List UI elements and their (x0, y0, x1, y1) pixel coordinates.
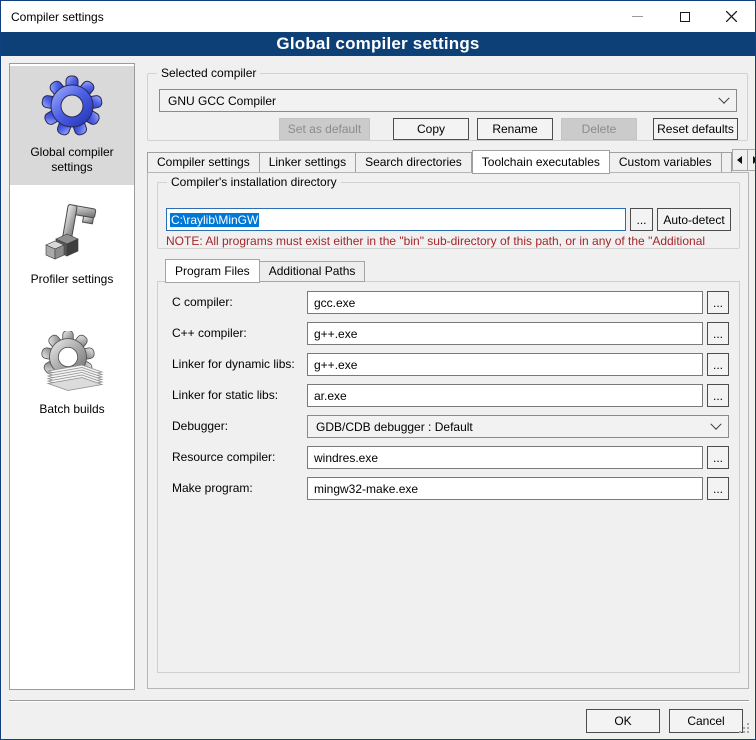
tab-compiler-settings[interactable]: Compiler settings (147, 152, 260, 173)
tab-linker-settings[interactable]: Linker settings (260, 152, 356, 173)
tab-program-files[interactable]: Program Files (165, 259, 260, 283)
window-controls (614, 1, 755, 32)
ok-button[interactable]: OK (586, 709, 660, 733)
tab-scroll-arrows (732, 149, 756, 171)
resize-grip[interactable] (739, 723, 741, 725)
sidebar-item-profiler-settings[interactable]: Profiler settings (10, 193, 134, 297)
installation-directory-group: Compiler's installation directory C:\ray… (157, 182, 740, 249)
browse-directory-button[interactable]: ... (630, 208, 653, 231)
browse-resource-compiler-button[interactable]: ... (707, 446, 729, 469)
maximize-button[interactable] (661, 1, 708, 32)
settings-tabstrip: Compiler settings Linker settings Search… (147, 149, 749, 173)
dynamic-linker-input[interactable] (307, 353, 703, 376)
toolchain-executables-page: Compiler's installation directory C:\ray… (147, 172, 749, 689)
selected-compiler-group: Selected compiler GNU GCC Compiler Set a… (147, 73, 748, 141)
window-title: Compiler settings (1, 10, 104, 24)
debugger-select[interactable]: GDB/CDB debugger : Default (307, 415, 729, 438)
make-program-input[interactable] (307, 477, 703, 500)
browse-static-linker-button[interactable]: ... (707, 384, 729, 407)
cancel-button[interactable]: Cancel (669, 709, 743, 733)
tab-custom-variables[interactable]: Custom variables (610, 152, 722, 173)
sidebar-item-batch-builds[interactable]: Batch builds (10, 323, 134, 427)
delete-button[interactable]: Delete (561, 118, 637, 140)
minimize-icon (632, 16, 643, 17)
installation-directory-row: C:\raylib\MinGW ... Auto-detect (166, 208, 731, 231)
compiler-select[interactable]: GNU GCC Compiler (159, 89, 737, 112)
field-label: C++ compiler: (172, 326, 247, 340)
field-row-dynamic-linker: Linker for dynamic libs: ... (172, 353, 732, 376)
tab-toolchain-executables[interactable]: Toolchain executables (472, 150, 610, 174)
caliper-cubes-icon (40, 201, 104, 265)
program-files-tabstrip: Program Files Additional Paths (165, 258, 365, 282)
settings-category-list: Global compiler settings Profiler (9, 63, 135, 690)
field-label: C compiler: (172, 295, 233, 309)
tab-scroll-right-button[interactable] (748, 149, 756, 171)
field-label: Linker for dynamic libs: (172, 357, 295, 371)
chevron-down-icon (710, 418, 721, 429)
chevron-down-icon (718, 92, 729, 103)
compiler-settings-dialog: Compiler settings Global compiler settin… (0, 0, 756, 740)
tab-additional-paths[interactable]: Additional Paths (260, 261, 366, 282)
sidebar-item-label: Batch builds (39, 402, 104, 417)
auto-detect-button[interactable]: Auto-detect (657, 208, 731, 231)
browse-make-program-button[interactable]: ... (707, 477, 729, 500)
cpp-compiler-input[interactable] (307, 322, 703, 345)
field-label: Make program: (172, 481, 253, 495)
copy-button[interactable]: Copy (393, 118, 469, 140)
close-icon (726, 11, 737, 22)
maximize-icon (680, 12, 690, 22)
browse-cpp-compiler-button[interactable]: ... (707, 322, 729, 345)
compiler-select-value: GNU GCC Compiler (168, 94, 276, 108)
sidebar-item-label: Profiler settings (31, 272, 114, 287)
blue-gear-icon (40, 74, 104, 138)
field-row-static-linker: Linker for static libs: ... (172, 384, 732, 407)
compiler-buttons-row: Set as default Copy Rename Delete Reset … (158, 118, 738, 140)
minimize-button[interactable] (614, 1, 661, 32)
field-row-c-compiler: C compiler: ... (172, 291, 732, 314)
field-row-resource-compiler: Resource compiler: ... (172, 446, 732, 469)
bin-subdirectory-note: NOTE: All programs must exist either in … (166, 234, 736, 248)
browse-c-compiler-button[interactable]: ... (707, 291, 729, 314)
reset-defaults-button[interactable]: Reset defaults (653, 118, 738, 140)
field-row-debugger: Debugger: GDB/CDB debugger : Default (172, 415, 732, 438)
tab-scroll-left-button[interactable] (732, 149, 748, 171)
tab-build-options-clipped[interactable]: Builc (722, 152, 732, 173)
tab-search-directories[interactable]: Search directories (356, 152, 472, 173)
browse-dynamic-linker-button[interactable]: ... (707, 353, 729, 376)
program-files-page: C compiler: ... C++ compiler: ... Linker… (157, 281, 740, 673)
titlebar[interactable]: Compiler settings (1, 1, 755, 32)
c-compiler-input[interactable] (307, 291, 703, 314)
field-row-cpp-compiler: C++ compiler: ... (172, 322, 732, 345)
sidebar-item-global-compiler-settings[interactable]: Global compiler settings (10, 66, 134, 185)
debugger-select-value: GDB/CDB debugger : Default (316, 420, 473, 434)
footer-divider (9, 700, 749, 702)
gray-gear-stack-icon (40, 331, 104, 395)
field-label: Resource compiler: (172, 450, 275, 464)
field-label: Debugger: (172, 419, 228, 433)
field-label: Linker for static libs: (172, 388, 278, 402)
rename-button[interactable]: Rename (477, 118, 553, 140)
arrow-left-icon (737, 156, 742, 164)
selected-text: C:\raylib\MinGW (170, 213, 259, 227)
sidebar-item-label: Global compiler settings (13, 145, 131, 175)
arrow-right-icon (753, 156, 756, 164)
dialog-banner-title: Global compiler settings (1, 32, 755, 56)
group-label: Compiler's installation directory (167, 175, 341, 189)
static-linker-input[interactable] (307, 384, 703, 407)
set-as-default-button[interactable]: Set as default (279, 118, 370, 140)
resource-compiler-input[interactable] (307, 446, 703, 469)
field-row-make-program: Make program: ... (172, 477, 732, 500)
group-label: Selected compiler (157, 66, 260, 80)
installation-directory-input[interactable]: C:\raylib\MinGW (166, 208, 626, 231)
close-button[interactable] (708, 1, 755, 32)
